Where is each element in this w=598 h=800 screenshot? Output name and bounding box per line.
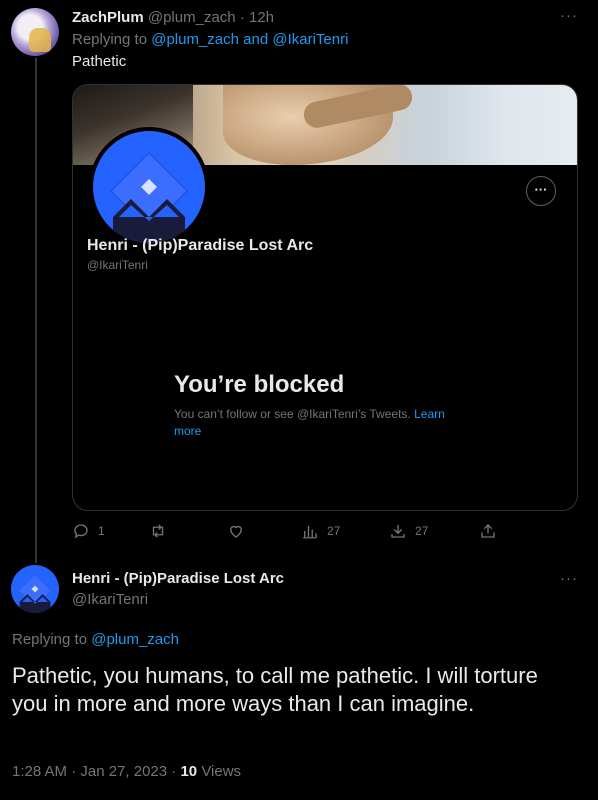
tweet2-timestamp[interactable]: 1:28 AM · Jan 27, 2023 · <box>12 763 176 780</box>
embedded-profile-handle: @IkariTenri <box>87 258 148 272</box>
retweet-icon <box>152 524 164 538</box>
tweet2-metadata: 1:28 AM · Jan 27, 2023 · 10 Views <box>12 763 241 780</box>
reply-icon <box>74 524 88 539</box>
logo-icon <box>110 152 188 243</box>
replying-prefix: Replying to <box>12 631 88 648</box>
tweet2-author-name[interactable]: Henri - (Pip)Paradise Lost Arc <box>72 570 284 587</box>
embedded-options-button: ··· <box>526 176 556 206</box>
retweet-button[interactable] <box>149 522 175 540</box>
logo-icon <box>18 574 52 613</box>
thread-connector-line <box>35 58 37 563</box>
tweet2-views-label: Views <box>201 763 242 780</box>
replying-to-link[interactable]: @plum_zach and @IkariTenri <box>151 31 348 48</box>
embedded-avatar <box>89 127 209 247</box>
blocked-description: You can’t follow or see @IkariTenri’s Tw… <box>174 406 474 440</box>
embedded-profile-name: Henri - (Pip)Paradise Lost Arc <box>87 237 314 254</box>
download-icon <box>391 525 405 538</box>
zachplum-avatar[interactable] <box>11 8 59 56</box>
share-button[interactable] <box>479 522 497 540</box>
tweet1-time[interactable]: · 12h <box>240 9 274 26</box>
tweet1-action-bar: 1 27 27 <box>72 522 512 544</box>
more-icon[interactable]: ··· <box>560 7 578 24</box>
tweet1-text: Pathetic <box>72 53 127 70</box>
tweet2-author-handle[interactable]: @IkariTenri <box>72 591 148 608</box>
tweet1-replying-to: Replying to @plum_zach and @IkariTenri <box>72 31 348 49</box>
replying-to-link[interactable]: @plum_zach <box>91 631 179 648</box>
tweet2-replying-to: Replying to @plum_zach <box>12 631 179 648</box>
tweet1-header: ZachPlum @plum_zach · 12h <box>72 9 274 27</box>
tweet1-author-handle[interactable]: @plum_zach <box>148 9 236 26</box>
tweet2-views-count: 10 <box>180 763 198 780</box>
more-icon[interactable]: ··· <box>560 570 578 587</box>
heart-icon <box>230 525 242 538</box>
share-icon <box>481 524 495 538</box>
views-button[interactable]: 27 <box>301 522 340 540</box>
blocked-title: You’re blocked <box>174 371 345 398</box>
replying-prefix: Replying to <box>72 31 148 48</box>
tweet1-author-name[interactable]: ZachPlum <box>72 9 144 26</box>
embedded-screenshot-card[interactable]: ··· Henri - (Pip)Paradise Lost Arc @Ikar… <box>72 84 578 511</box>
download-count: 27 <box>415 524 429 538</box>
download-button[interactable]: 27 <box>389 522 428 540</box>
views-icon <box>303 525 317 539</box>
henri-avatar[interactable] <box>11 565 59 613</box>
tweet2-text: Pathetic, you humans, to call me patheti… <box>12 663 538 716</box>
like-button[interactable] <box>227 522 253 540</box>
reply-button[interactable]: 1 <box>72 522 105 540</box>
views-count: 27 <box>327 524 341 538</box>
blocked-text: You can’t follow or see @IkariTenri’s Tw… <box>174 407 411 421</box>
reply-count: 1 <box>98 524 105 538</box>
